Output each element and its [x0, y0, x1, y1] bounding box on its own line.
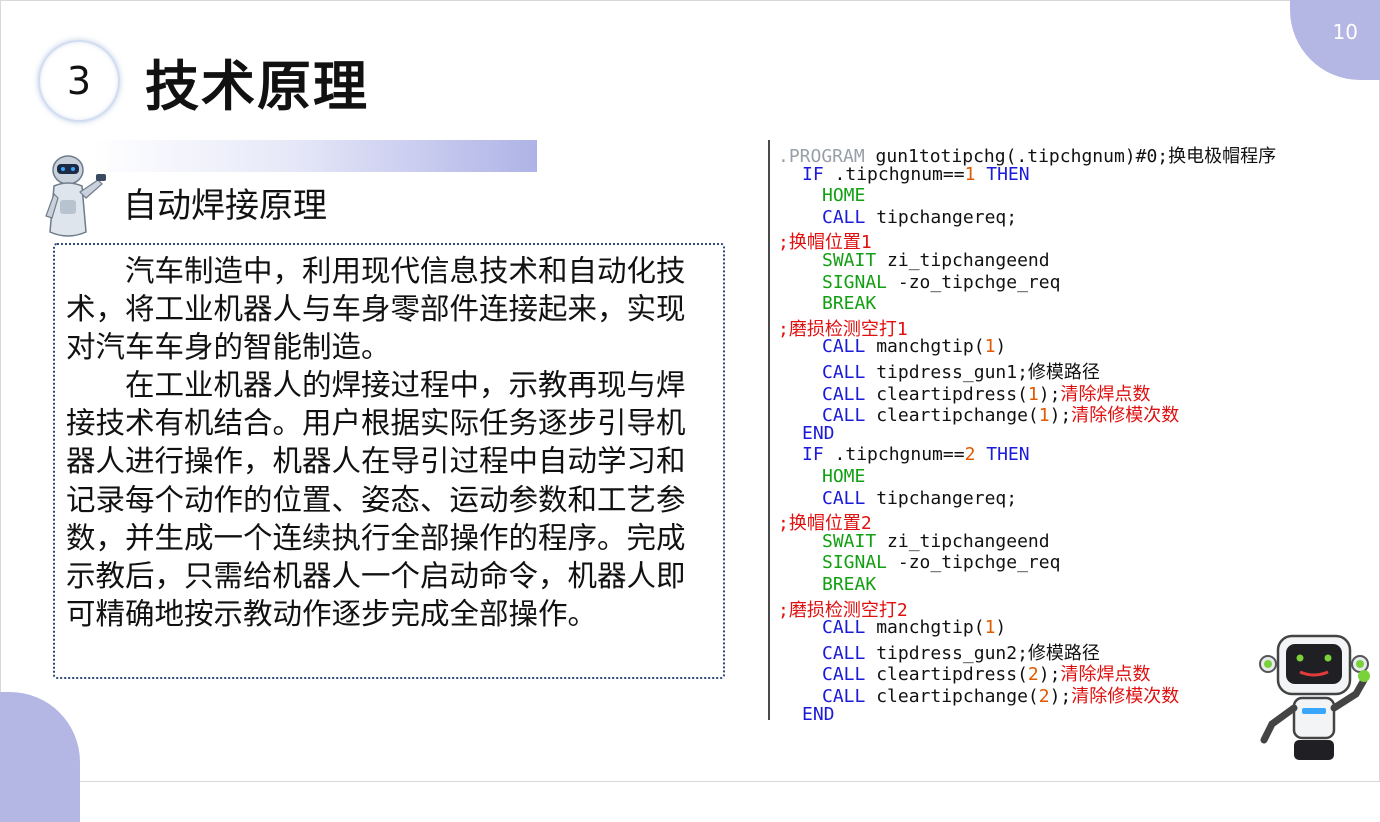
code-token: -zo_tipchge_req — [887, 271, 1061, 293]
code-line: BREAK — [822, 293, 876, 314]
code-line: SWAIT zi_tipchangeend — [822, 250, 1050, 271]
code-token: ) — [995, 617, 1007, 639]
code-token: CALL — [822, 617, 866, 639]
code-token: ); — [1049, 686, 1072, 707]
code-line: SIGNAL -zo_tipchge_req — [822, 272, 1060, 293]
code-line: CALL manchgtip(1) — [822, 336, 1006, 357]
code-token: 清除修模次数 — [1071, 405, 1180, 427]
code-token: BREAK — [822, 574, 877, 595]
code-token: tipchangereq; — [865, 206, 1018, 228]
code-line: IF .tipchgnum==2 THEN — [802, 444, 1030, 465]
code-token: 1 — [964, 163, 976, 185]
code-token: SIGNAL — [822, 552, 888, 574]
code-line: SWAIT zi_tipchangeend — [822, 531, 1050, 552]
code-token: SWAIT — [822, 250, 877, 271]
robot-mascot-icon — [45, 155, 106, 237]
subsection-title: 自动焊接原理 — [123, 186, 327, 226]
code-token: ) — [995, 336, 1007, 358]
robot-head-icon — [1259, 634, 1370, 760]
subtitle-gradient-bar — [92, 140, 537, 172]
body-paragraph-2: 在工业机器人的焊接过程中，示教再现与焊接技术有机结合。用户根据实际任务逐步引导机… — [66, 368, 686, 632]
code-token: manchgtip( — [865, 617, 985, 639]
code-line: SIGNAL -zo_tipchge_req — [822, 552, 1060, 573]
code-token: 1 — [984, 617, 996, 639]
code-line: BREAK — [822, 574, 876, 595]
code-line: CALL manchgtip(1) — [822, 617, 1006, 638]
page-number: 10 — [1332, 20, 1358, 44]
code-token: .tipchgnum== — [823, 163, 965, 185]
code-token: CALL — [822, 336, 866, 358]
code-token: ); — [1049, 405, 1072, 427]
code-token: SIGNAL — [822, 271, 888, 293]
code-token: IF — [802, 163, 824, 185]
code-line: HOME — [822, 466, 865, 487]
code-token: IF — [802, 444, 824, 466]
code-token: THEN — [975, 163, 1030, 185]
code-listing: .PROGRAM gun1totipchg(.tipchgnum)#0;换电极帽… — [768, 140, 1310, 725]
code-token: SWAIT — [822, 530, 877, 552]
code-token: END — [802, 703, 835, 725]
code-token: 2 — [964, 444, 976, 466]
code-token: THEN — [975, 444, 1030, 466]
code-line: CALL cleartipchange(2);清除修模次数 — [822, 682, 1179, 708]
code-token: 1 — [984, 336, 996, 358]
body-paragraph-1: 汽车制造中，利用现代信息技术和自动化技术，将工业机器人与车身零部件连接起来，实现… — [66, 254, 686, 365]
code-token: BREAK — [822, 293, 877, 315]
code-token: 2 — [1038, 686, 1050, 707]
code-token: .tipchgnum== — [823, 444, 965, 466]
code-line: CALL cleartipchange(1);清除修模次数 — [822, 401, 1179, 427]
code-token: 清除修模次数 — [1071, 686, 1180, 707]
code-line: END — [802, 423, 835, 444]
code-token: -zo_tipchge_req — [887, 552, 1061, 574]
code-token: 1 — [1038, 405, 1050, 427]
code-token: CALL — [822, 487, 866, 509]
code-line: IF .tipchgnum==1 THEN — [802, 164, 1030, 185]
code-token: cleartipchange( — [865, 405, 1039, 427]
section-number-badge: 3 — [38, 40, 120, 122]
code-token: manchgtip( — [865, 336, 985, 358]
code-token: HOME — [822, 185, 866, 207]
code-line: END — [802, 704, 835, 725]
code-token: HOME — [822, 466, 866, 487]
code-token: zi_tipchangeend — [876, 530, 1050, 552]
code-token: zi_tipchangeend — [876, 250, 1050, 271]
code-token: END — [802, 422, 835, 444]
code-token: CALL — [822, 206, 866, 228]
code-line: CALL tipchangereq; — [822, 488, 1017, 509]
code-line: HOME — [822, 185, 865, 206]
slide-title: 技术原理 — [145, 55, 369, 118]
code-token: cleartipchange( — [865, 686, 1039, 707]
code-token: tipchangereq; — [865, 487, 1018, 509]
code-line: CALL tipchangereq; — [822, 207, 1017, 228]
